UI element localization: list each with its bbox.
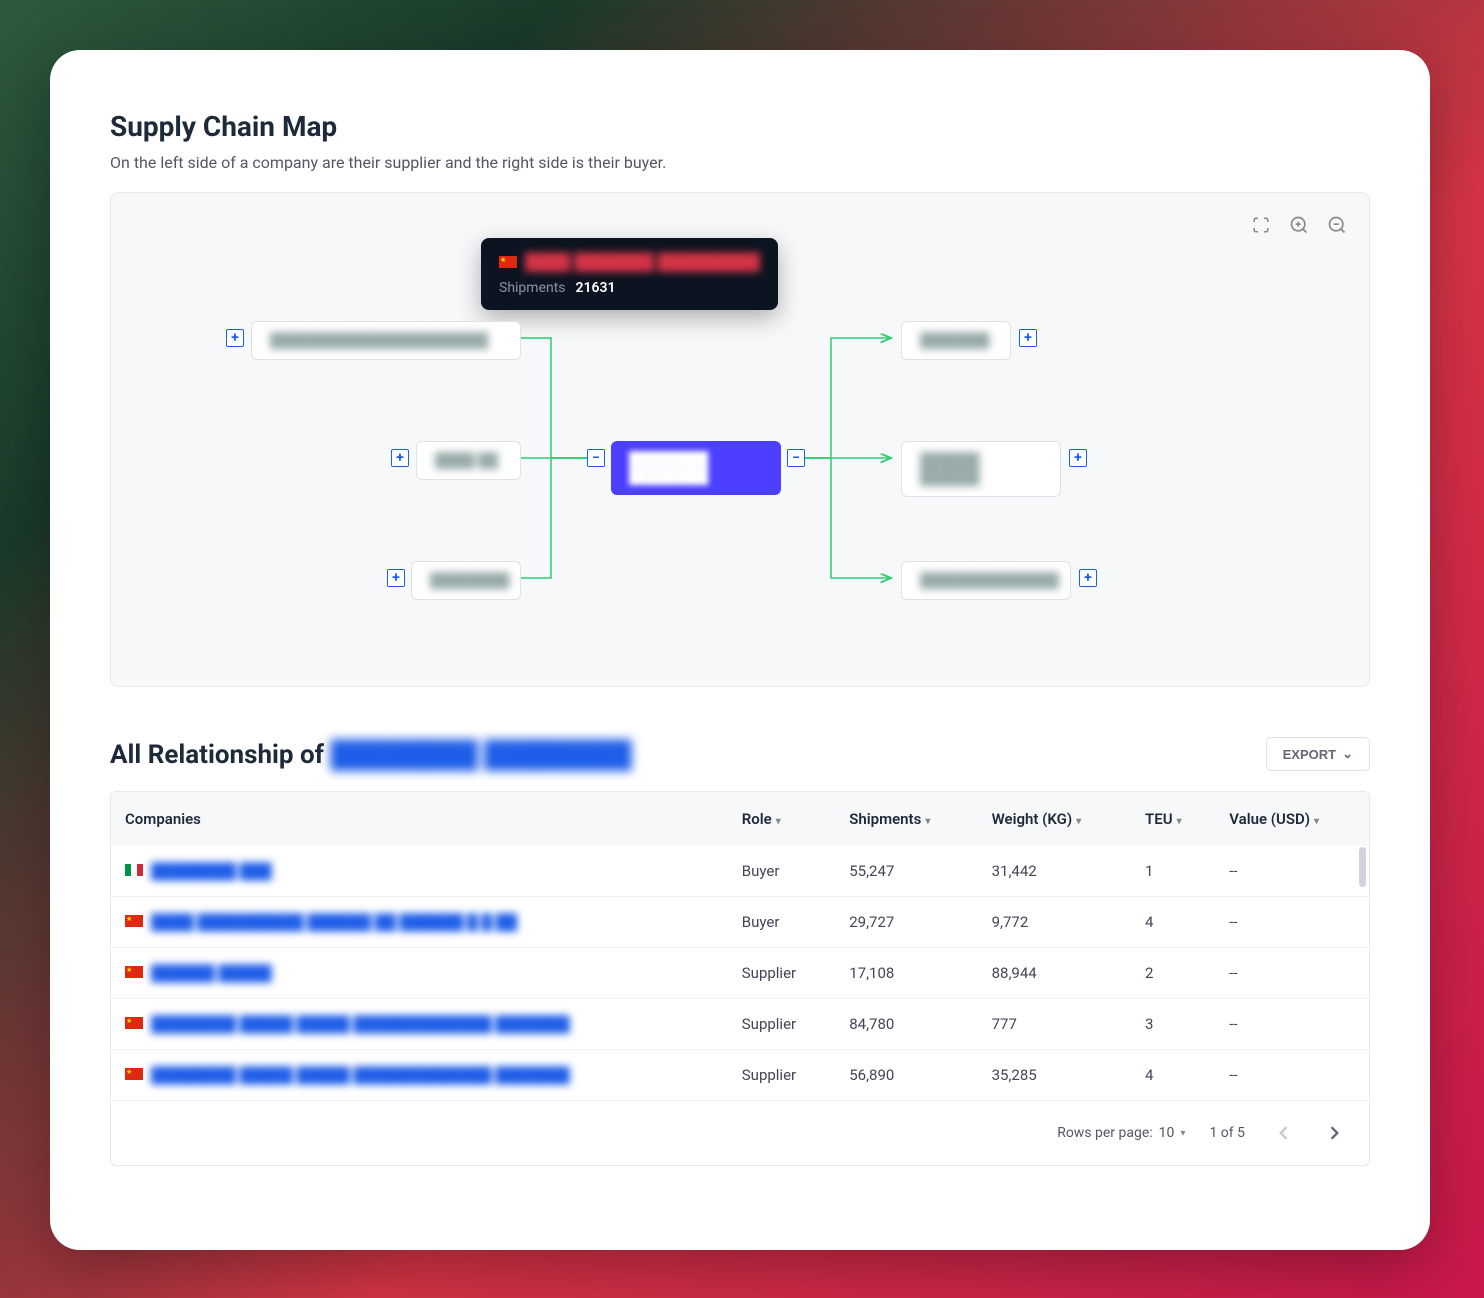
cell-shipments: 56,890 xyxy=(835,1050,977,1101)
zoom-in-icon[interactable] xyxy=(1287,213,1311,237)
col-companies[interactable]: Companies xyxy=(111,792,728,846)
supplier-node[interactable]: ████ ██ xyxy=(416,441,521,480)
tooltip-company: ████ ███████ █████████ xyxy=(525,252,760,272)
scrollbar[interactable] xyxy=(1359,847,1366,887)
col-weight[interactable]: Weight (KG)▾ xyxy=(978,792,1131,846)
main-card: Supply Chain Map On the left side of a c… xyxy=(50,50,1430,1250)
node-tooltip: ████ ███████ █████████ Shipments 21631 xyxy=(481,238,778,310)
col-shipments[interactable]: Shipments▾ xyxy=(835,792,977,846)
center-node[interactable]: ████████ ████████ xyxy=(611,441,781,495)
expand-button[interactable]: + xyxy=(1019,329,1037,347)
cell-weight: 777 xyxy=(978,999,1131,1050)
cell-value: -- xyxy=(1215,1050,1369,1101)
rows-per-page[interactable]: Rows per page: 10 ▾ xyxy=(1057,1125,1185,1141)
col-role[interactable]: Role▾ xyxy=(728,792,835,846)
relationship-header: All Relationship of ████████ ████████ EX… xyxy=(110,737,1370,771)
company-name[interactable]: ████ ██████████ ██████ ██ ██████ █ █ ██ xyxy=(151,913,517,931)
zoom-out-icon[interactable] xyxy=(1325,213,1349,237)
china-flag-icon xyxy=(499,256,517,268)
cell-value: -- xyxy=(1215,897,1369,948)
prev-page-button[interactable] xyxy=(1269,1119,1297,1147)
next-page-button[interactable] xyxy=(1321,1119,1349,1147)
sort-icon: ▾ xyxy=(1076,816,1081,827)
fullscreen-icon[interactable] xyxy=(1249,213,1273,237)
cell-role: Supplier xyxy=(728,999,835,1050)
cell-teu: 3 xyxy=(1131,999,1215,1050)
company-name[interactable]: ██████ █████ xyxy=(151,964,272,982)
china-flag-icon xyxy=(125,915,143,927)
expand-button[interactable]: + xyxy=(1079,569,1097,587)
cell-value: -- xyxy=(1215,846,1369,897)
cell-shipments: 29,727 xyxy=(835,897,977,948)
supplier-node[interactable]: ████████ xyxy=(411,561,521,600)
cell-weight: 31,442 xyxy=(978,846,1131,897)
cell-shipments: 17,108 xyxy=(835,948,977,999)
company-name[interactable]: ████████ ███ xyxy=(151,862,272,880)
chevron-left-icon xyxy=(1278,1126,1288,1140)
cell-teu: 2 xyxy=(1131,948,1215,999)
cell-teu: 4 xyxy=(1131,1050,1215,1101)
cell-weight: 88,944 xyxy=(978,948,1131,999)
italy-flag-icon xyxy=(125,864,143,876)
export-button[interactable]: EXPORT ⌄ xyxy=(1266,737,1370,771)
sort-icon: ▾ xyxy=(925,816,930,827)
buyer-node[interactable]: ██████████████ xyxy=(901,561,1071,600)
expand-button[interactable]: + xyxy=(1069,449,1087,467)
buyer-node[interactable]: ██████ ██████ xyxy=(901,441,1061,497)
sort-icon: ▾ xyxy=(1177,816,1182,827)
cell-weight: 9,772 xyxy=(978,897,1131,948)
col-teu[interactable]: TEU▾ xyxy=(1131,792,1215,846)
cell-role: Buyer xyxy=(728,897,835,948)
cell-role: Supplier xyxy=(728,1050,835,1101)
supply-chain-map[interactable]: ████ ███████ █████████ Shipments 21631 +… xyxy=(110,192,1370,687)
cell-role: Buyer xyxy=(728,846,835,897)
company-name[interactable]: ████████ █████ █████ █████████████ █████… xyxy=(151,1066,570,1084)
chevron-right-icon xyxy=(1330,1126,1340,1140)
collapse-button[interactable]: − xyxy=(787,449,805,467)
expand-button[interactable]: + xyxy=(226,329,244,347)
page-info: 1 of 5 xyxy=(1209,1125,1245,1141)
cell-role: Supplier xyxy=(728,948,835,999)
cell-value: -- xyxy=(1215,948,1369,999)
collapse-button[interactable]: − xyxy=(587,449,605,467)
cell-weight: 35,285 xyxy=(978,1050,1131,1101)
cell-shipments: 84,780 xyxy=(835,999,977,1050)
sort-icon: ▾ xyxy=(1314,816,1319,827)
page-title: Supply Chain Map xyxy=(110,110,1370,143)
table-row[interactable]: ██████ █████ Supplier 17,108 88,944 2 -- xyxy=(111,948,1369,999)
chevron-down-icon: ⌄ xyxy=(1342,746,1353,762)
cell-teu: 1 xyxy=(1131,846,1215,897)
dropdown-icon: ▾ xyxy=(1180,1128,1185,1139)
expand-button[interactable]: + xyxy=(391,449,409,467)
cell-value: -- xyxy=(1215,999,1369,1050)
table-header: Companies Role▾ Shipments▾ Weight (KG)▾ … xyxy=(111,792,1369,846)
tooltip-shipments-label: Shipments xyxy=(499,280,566,296)
page-subtitle: On the left side of a company are their … xyxy=(110,153,1370,172)
china-flag-icon xyxy=(125,1068,143,1080)
expand-button[interactable]: + xyxy=(387,569,405,587)
buyer-node[interactable]: ███████ xyxy=(901,321,1011,360)
cell-shipments: 55,247 xyxy=(835,846,977,897)
china-flag-icon xyxy=(125,966,143,978)
relationship-title: All Relationship of ████████ ████████ xyxy=(110,739,632,770)
table-row[interactable]: ████████ █████ █████ █████████████ █████… xyxy=(111,999,1369,1050)
supplier-node[interactable]: ██████████████████████ xyxy=(251,321,521,360)
china-flag-icon xyxy=(125,1017,143,1029)
table-row[interactable]: ████████ █████ █████ █████████████ █████… xyxy=(111,1050,1369,1101)
pagination: Rows per page: 10 ▾ 1 of 5 xyxy=(111,1101,1369,1165)
table-row[interactable]: ████ ██████████ ██████ ██ ██████ █ █ ██ … xyxy=(111,897,1369,948)
relationship-company-name: ████████ ████████ xyxy=(330,740,631,770)
cell-teu: 4 xyxy=(1131,897,1215,948)
relationship-table: Companies Role▾ Shipments▾ Weight (KG)▾ … xyxy=(110,791,1370,1166)
company-name[interactable]: ████████ █████ █████ █████████████ █████… xyxy=(151,1015,570,1033)
map-controls xyxy=(1249,213,1349,237)
table-row[interactable]: ████████ ███ Buyer 55,247 31,442 1 -- xyxy=(111,846,1369,897)
col-value[interactable]: Value (USD)▾ xyxy=(1215,792,1369,846)
tooltip-shipments-value: 21631 xyxy=(576,280,616,296)
sort-icon: ▾ xyxy=(776,816,781,827)
